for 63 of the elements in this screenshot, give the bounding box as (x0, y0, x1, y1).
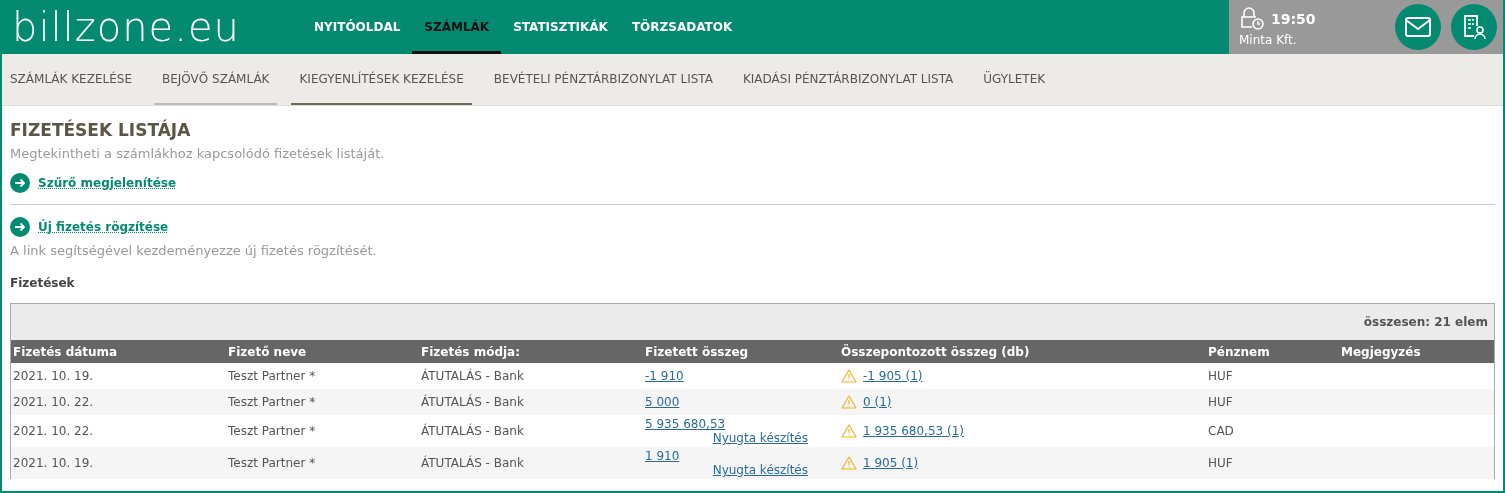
table-cell-text: HUF (1207, 395, 1234, 409)
table-cell-text: Teszt Partner * (227, 395, 317, 409)
table-cell-text: Teszt Partner * (227, 456, 317, 470)
table-cell-text: HUF (1207, 456, 1234, 470)
column-header: Pénznem (1207, 344, 1271, 359)
amount-link[interactable]: 5 000 (645, 395, 715, 409)
page-title: FIZETÉSEK LISTÁJA (10, 120, 192, 140)
table-cell-text: ÁTUTALÁS - Bank (420, 456, 525, 470)
column-header: Fizetés dátuma (12, 344, 119, 359)
link-hint: A link segítségével kezdeményezze új fizetés rögzítését. (10, 243, 378, 258)
sub-nav-tab[interactable]: BEJÖVŐ SZÁMLÁK (154, 54, 278, 105)
receipt-link[interactable]: Nyugta készítés (712, 463, 808, 477)
profile-button[interactable] (1451, 4, 1497, 50)
column-header: Fizetett összeg (644, 344, 750, 359)
table-cell-text: Teszt Partner * (227, 369, 317, 383)
matched-amount-link[interactable]: 0 (1) (863, 395, 892, 409)
table-cell-text: 2021. 10. 19. (12, 369, 95, 383)
warning-icon (841, 395, 857, 409)
filter-link[interactable]: Szűrő megjelenítése (38, 176, 177, 190)
nav-tab[interactable]: TÖRZSADATOK (619, 0, 745, 54)
company-name: Minta Kft. (1239, 33, 1298, 47)
page-description: Megtekintheti a számlákhoz kapcsolódó fizetések listáját. (10, 146, 386, 161)
session-time: 19:50 (1271, 11, 1316, 27)
table-cell-text: 2021. 10. 22. (12, 395, 95, 409)
table-cell-text: CAD (1207, 424, 1235, 438)
warning-icon (841, 369, 857, 383)
receipt-link[interactable]: Nyugta készítés (712, 431, 808, 445)
table-cell-text: ÁTUTALÁS - Bank (420, 369, 525, 383)
matched-amount-link[interactable]: -1 905 (1) (863, 369, 923, 383)
amount-link[interactable]: 5 935 680,53 (645, 417, 726, 431)
table-cell-text: 2021. 10. 19. (12, 456, 95, 470)
section-title: Fizetések (10, 276, 76, 290)
item-count: összesen: 21 elem (1363, 315, 1488, 329)
column-header: Összepontozott összeg (db) (840, 344, 1031, 359)
warning-icon (841, 456, 857, 470)
matched-amount-link[interactable]: 1 935 680,53 (1) (863, 424, 964, 438)
arrow-right-icon (10, 217, 30, 237)
table-cell-text: Teszt Partner * (227, 424, 317, 438)
document-user-icon (1462, 14, 1486, 40)
column-header: Fizető neve (227, 344, 308, 359)
sub-nav-tab[interactable]: KIEGYENLÍTÉSEK KEZELÉSE (291, 54, 472, 105)
amount-link[interactable]: 1 910 (645, 449, 715, 463)
sub-nav-tab[interactable]: ÜGYLETEK (975, 54, 1054, 105)
table-cell-text: 2021. 10. 22. (12, 424, 95, 438)
table-cell-text: HUF (1207, 369, 1234, 383)
messages-button[interactable] (1395, 4, 1441, 50)
amount-link[interactable]: -1 910 (645, 369, 715, 383)
arrow-right-icon (10, 173, 30, 193)
sub-nav-tab[interactable]: SZÁMLÁK KEZELÉSE (2, 54, 140, 105)
sub-nav-tab[interactable]: KIADÁSI PÉNZTÁRBIZONYLAT LISTA (734, 54, 962, 105)
lock-clock-icon (1239, 7, 1265, 31)
table-cell-text: ÁTUTALÁS - Bank (420, 395, 525, 409)
logo[interactable]: billzone.eu (2, 0, 302, 54)
nav-tab[interactable]: STATISZTIKÁK (501, 0, 620, 54)
nav-tab[interactable]: NYITÓOLDAL (302, 0, 413, 54)
sub-nav-tab[interactable]: BEVÉTELI PÉNZTÁRBIZONYLAT LISTA (485, 54, 721, 105)
mail-icon (1405, 17, 1431, 37)
table-cell-text: ÁTUTALÁS - Bank (420, 424, 525, 438)
column-header: Megjegyzés (1340, 344, 1422, 359)
matched-amount-link[interactable]: 1 905 (1) (863, 456, 919, 470)
warning-icon (841, 424, 857, 438)
new-payment-link[interactable]: Új fizetés rögzítése (38, 220, 169, 234)
column-header: Fizetés módja: (420, 344, 521, 359)
